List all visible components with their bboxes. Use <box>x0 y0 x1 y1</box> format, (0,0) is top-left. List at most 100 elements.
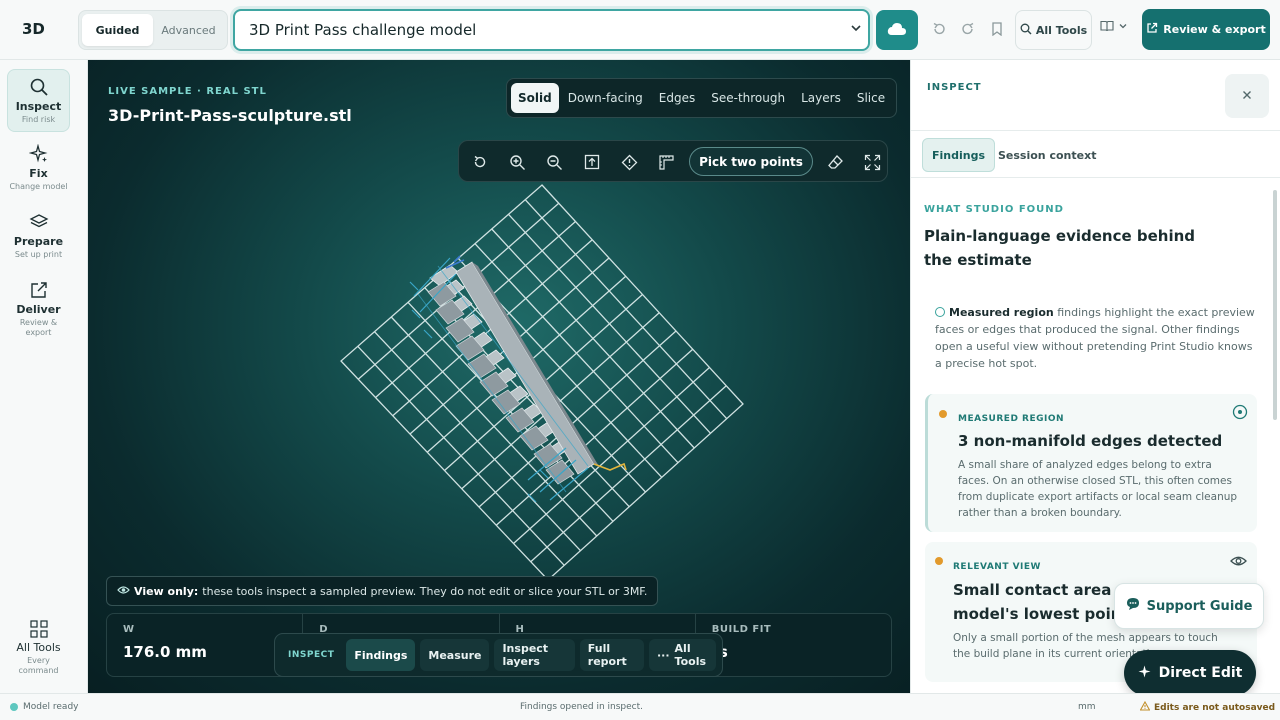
view-only-notice: View only: these tools inspect a sampled… <box>106 576 659 606</box>
support-guide-button[interactable]: Support Guide <box>1114 583 1264 629</box>
ruler-icon[interactable] <box>656 152 676 172</box>
rail-sub: Review & export <box>19 318 58 337</box>
model-select[interactable]: 3D Print Pass challenge model <box>233 9 870 51</box>
rail-item-all-tools[interactable]: All Tools Every command <box>7 612 70 676</box>
dimension-value: ts <box>712 643 875 661</box>
cloud-sync-button[interactable] <box>876 10 918 50</box>
measure-button[interactable]: Measure <box>420 639 490 671</box>
rail-item-deliver[interactable]: Deliver Review & export <box>7 273 70 345</box>
target-icon[interactable] <box>1231 403 1249 421</box>
zoom-in-icon[interactable] <box>507 152 527 172</box>
tab-findings[interactable]: Findings <box>922 138 996 172</box>
guided-mode-button[interactable]: Guided <box>82 14 153 46</box>
dimension-value: 176.0 mm <box>123 643 207 661</box>
rail-item-prepare[interactable]: Prepare Set up print <box>7 205 70 267</box>
redo-icon[interactable] <box>959 20 977 38</box>
eraser-icon[interactable] <box>825 152 845 172</box>
rail-item-fix[interactable]: Fix Change model <box>7 137 70 199</box>
book-icon <box>1100 20 1114 35</box>
model-select-value: 3D Print Pass challenge model <box>249 21 477 39</box>
fullscreen-icon[interactable] <box>862 152 882 172</box>
close-icon <box>1242 88 1252 104</box>
mode-toggle: Guided Advanced <box>78 10 228 50</box>
all-tools-button[interactable]: ··· All Tools <box>649 639 716 671</box>
autosave-warning-text: Edits are not autosaved <box>1154 702 1276 713</box>
all-tools-label: All Tools <box>674 642 707 668</box>
rail-item-inspect[interactable]: Inspect Find risk <box>7 69 70 132</box>
rail-label: Prepare <box>13 235 64 248</box>
dimension-label: W <box>123 624 135 635</box>
inspect-toolbar: INSPECT Findings Measure Inspect layers … <box>274 633 723 677</box>
panel-tabs: Findings Session context <box>911 130 1280 178</box>
direct-edit-button[interactable]: Direct Edit <box>1124 650 1256 696</box>
view-mode-tabs: Solid Down-facing Edges See-through Laye… <box>506 78 898 118</box>
status-dot <box>10 703 18 711</box>
section-kicker: WHAT STUDIO FOUND <box>924 204 1064 215</box>
view-mode-layers[interactable]: Layers <box>794 83 848 113</box>
target-icon <box>935 307 945 317</box>
all-tools-label: All Tools <box>1035 23 1088 37</box>
full-report-button[interactable]: Full report <box>579 639 644 671</box>
model-status-text: Model ready <box>23 702 79 712</box>
inspect-layers-button[interactable]: Inspect layers <box>494 639 575 671</box>
zoom-out-icon[interactable] <box>544 152 564 172</box>
left-rail: Inspect Find risk Fix Change model Prepa… <box>0 60 88 693</box>
view-mode-edges[interactable]: Edges <box>652 83 702 113</box>
inspect-toolbar-label: INSPECT <box>288 650 335 660</box>
status-message: Findings opened in inspect. <box>520 702 644 712</box>
app-logo: 3D <box>22 20 45 38</box>
pick-two-points-button[interactable]: Pick two points <box>689 147 813 176</box>
sculpture-mesh <box>409 255 627 503</box>
eye-icon <box>117 585 130 598</box>
external-link-icon <box>1146 22 1158 37</box>
findings-button[interactable]: Findings <box>346 639 416 671</box>
rail-sub: Every command <box>18 656 59 675</box>
search-icon <box>28 76 50 98</box>
grid-icon <box>28 618 50 639</box>
finding-kicker: RELEVANT VIEW <box>953 562 1041 572</box>
panel-scrollbar[interactable] <box>1272 180 1278 690</box>
orientation-icon[interactable] <box>619 152 639 172</box>
sparkle-icon <box>28 143 50 165</box>
advanced-mode-button[interactable]: Advanced <box>153 14 224 46</box>
support-guide-label: Support Guide <box>1146 598 1253 614</box>
view-mode-solid[interactable]: Solid <box>511 83 559 113</box>
tab-session-context[interactable]: Session context <box>989 138 1105 172</box>
eye-icon[interactable] <box>1229 552 1247 570</box>
fit-view-icon[interactable] <box>582 152 602 172</box>
rail-label: Inspect <box>15 100 62 113</box>
finding-card[interactable]: MEASURED REGION 3 non-manifold edges det… <box>925 394 1257 532</box>
panel-title: INSPECT <box>927 82 982 93</box>
section-title: Plain-language evidence behind the estim… <box>924 227 1196 269</box>
cloud-icon <box>887 21 907 40</box>
3d-viewport[interactable]: LIVE SAMPLE · REAL STL 3D-Print-Pass-scu… <box>88 60 910 693</box>
reset-view-icon[interactable] <box>470 152 490 172</box>
bookmark-icon[interactable] <box>988 20 1006 38</box>
sparkle-icon <box>1138 665 1151 682</box>
finding-kicker: MEASURED REGION <box>958 414 1065 424</box>
review-export-button[interactable]: Review & export <box>1142 9 1270 50</box>
more-icon: ··· <box>657 648 670 662</box>
search-icon <box>1020 23 1032 38</box>
file-name: 3D-Print-Pass-sculpture.stl <box>108 106 352 125</box>
view-mode-down-facing[interactable]: Down-facing <box>561 83 650 113</box>
rail-sub: Set up print <box>14 250 63 259</box>
scroll-thumb[interactable] <box>1273 190 1277 420</box>
guide-menu-button[interactable] <box>1100 20 1128 35</box>
chevron-down-icon <box>850 22 862 37</box>
all-tools-button[interactable]: All Tools <box>1015 10 1092 50</box>
view-mode-see-through[interactable]: See-through <box>704 83 792 113</box>
chevron-down-icon <box>1118 21 1128 34</box>
rail-sub: Find risk <box>21 115 56 124</box>
dimension-build-fit: BUILD FIT ts <box>696 614 891 676</box>
undo-icon[interactable] <box>930 20 948 38</box>
external-link-icon <box>28 279 50 301</box>
close-panel-button[interactable] <box>1225 74 1269 118</box>
findings-note: Measured region findings highlight the e… <box>935 304 1257 372</box>
view-mode-slice[interactable]: Slice <box>850 83 892 113</box>
rail-label: Fix <box>29 167 48 180</box>
view-only-bold: View only: <box>134 584 199 598</box>
rail-sub: Change model <box>9 182 68 191</box>
viewport-tool-strip: Pick two points <box>458 140 888 182</box>
unit-indicator[interactable]: mm <box>1078 702 1096 712</box>
